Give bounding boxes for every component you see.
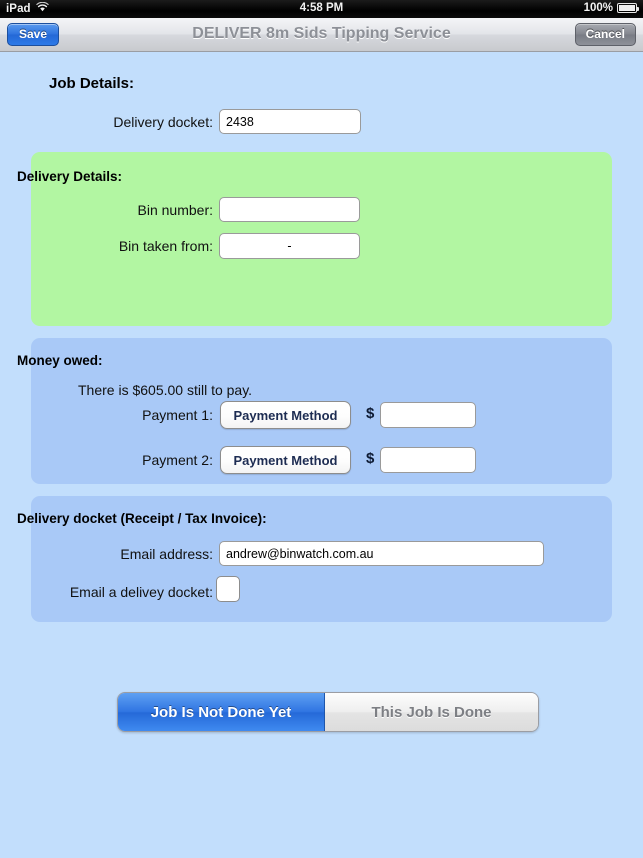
money-owed-heading: Money owed: [17,353,103,368]
bin-taken-from-label: Bin taken from: [118,238,213,254]
status-bar: iPad 4:58 PM 100% [0,0,643,18]
payment-2-currency-symbol: $ [366,450,375,467]
page-title: DELIVER 8m Sids Tipping Service [192,25,451,42]
bin-taken-from-select[interactable]: - [219,233,360,259]
form-content: Job Details: Delivery docket: Delivery D… [0,52,643,858]
job-status-segmented-control[interactable]: Job Is Not Done Yet This Job Is Done [117,692,539,732]
delivery-docket-heading: Delivery docket (Receipt / Tax Invoice): [17,511,267,526]
payment-2-method-button[interactable]: Payment Method [220,446,351,474]
bin-number-input[interactable] [219,197,360,222]
email-address-label: Email address: [120,546,213,562]
ipad-screen: iPad 4:58 PM 100% Save DELIVER 8m Sids T… [0,0,643,858]
payment-2-label: Payment 2: [142,452,213,468]
delivery-docket-label: Delivery docket: [113,114,213,130]
job-done-segment[interactable]: This Job Is Done [325,693,538,731]
status-bar-right: 100% [583,2,639,14]
payment-1-currency-symbol: $ [366,405,375,422]
status-bar-time: 4:58 PM [299,2,344,14]
battery-percent-label: 100% [583,2,613,14]
battery-full-icon [617,3,639,13]
delivery-details-heading: Delivery Details: [17,169,123,184]
bin-number-label: Bin number: [137,202,213,218]
delivery-docket-input[interactable] [219,109,361,134]
job-details-heading: Job Details: [49,75,135,92]
cancel-button[interactable]: Cancel [574,23,636,46]
navigation-bar: Save DELIVER 8m Sids Tipping Service Can… [0,18,643,52]
email-docket-label: Email a delivey docket: [69,584,213,600]
payment-1-label: Payment 1: [142,407,213,423]
balance-due-text: There is $605.00 still to pay. [78,382,253,398]
job-not-done-segment[interactable]: Job Is Not Done Yet [118,693,325,731]
payment-2-amount-input[interactable] [380,447,476,473]
email-docket-checkbox[interactable] [216,576,240,602]
payment-1-amount-input[interactable] [380,402,476,428]
email-address-input[interactable] [219,541,544,566]
payment-1-method-button[interactable]: Payment Method [220,401,351,429]
